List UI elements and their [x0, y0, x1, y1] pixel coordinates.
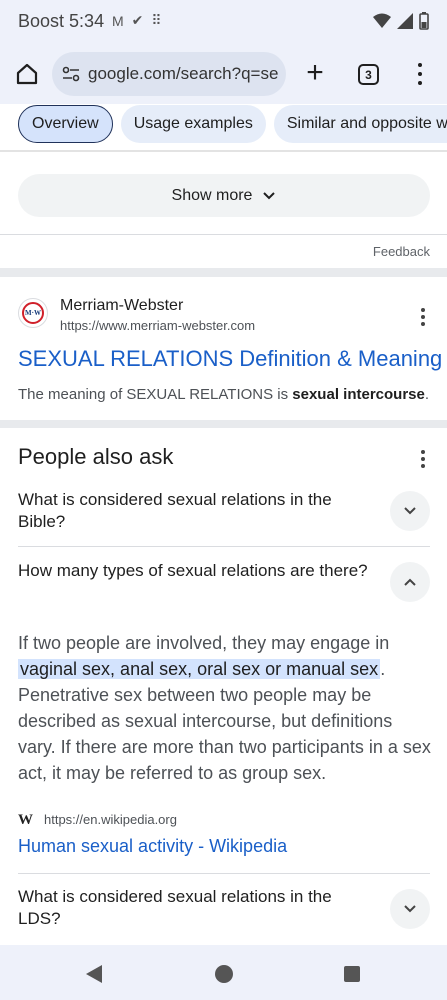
- gmail-icon: M: [112, 12, 124, 29]
- chevron-up-icon: [404, 578, 416, 586]
- tab-switcher-button[interactable]: 3: [358, 64, 379, 85]
- chevron-down-icon: [404, 507, 416, 515]
- browser-menu-button[interactable]: [408, 59, 432, 89]
- result-title-link[interactable]: SEXUAL RELATIONS Definition & Meaning: [18, 346, 442, 372]
- site-settings-icon[interactable]: [62, 65, 80, 83]
- back-icon[interactable]: [86, 965, 102, 983]
- snippet-bold: sexual intercourse: [292, 386, 425, 403]
- chip-usage-examples[interactable]: Usage examples: [120, 105, 266, 143]
- snippet-end: .: [424, 386, 430, 403]
- clock: 5:34: [69, 11, 105, 31]
- url-text: google.com/search?q=se: [88, 64, 279, 83]
- paa-answer-text: If two people are involved, they may eng…: [18, 630, 432, 786]
- show-more-button[interactable]: Show more: [18, 174, 430, 217]
- system-icons: [373, 12, 429, 30]
- result-more-options-icon[interactable]: [419, 308, 427, 326]
- battery-icon: [419, 12, 429, 30]
- new-tab-button[interactable]: +: [300, 58, 330, 89]
- snippet-text: The meaning of SEXUAL RELATIONS is: [18, 386, 293, 403]
- collapse-question-2-button[interactable]: [390, 562, 430, 602]
- divider: [18, 546, 430, 547]
- answer-highlight: vaginal sex, anal sex, oral sex or manua…: [18, 659, 381, 679]
- section-separator: [0, 268, 447, 277]
- home-nav-icon[interactable]: [215, 965, 233, 983]
- address-bar[interactable]: google.com/search?q=se: [52, 52, 286, 96]
- recent-apps-icon[interactable]: [344, 966, 360, 982]
- signal-icon: [397, 13, 413, 29]
- result-snippet: The meaning of SEXUAL RELATIONS is sexua…: [18, 386, 429, 403]
- answer-source-url[interactable]: https://en.wikipedia.org: [44, 812, 177, 827]
- status-bar: Boost 5:34 M ✔ ⠿: [0, 0, 447, 44]
- result-source-url[interactable]: https://www.merriam-webster.com: [60, 318, 255, 333]
- paa-question-1[interactable]: What is considered sexual relations in t…: [18, 489, 368, 533]
- expand-question-3-button[interactable]: [390, 889, 430, 929]
- section-separator: [0, 420, 447, 428]
- chevron-down-icon: [263, 191, 276, 199]
- result-source-name[interactable]: Merriam-Webster: [60, 297, 183, 315]
- app-grid-icon: ⠿: [151, 12, 162, 28]
- expand-question-1-button[interactable]: [390, 491, 430, 531]
- feedback-link[interactable]: Feedback: [373, 244, 430, 259]
- show-more-label: Show more: [171, 186, 253, 204]
- logo-text: M·W: [22, 302, 44, 324]
- paa-more-options-icon[interactable]: [419, 450, 427, 468]
- answer-text: If two people are involved, they may eng…: [18, 633, 390, 653]
- answer-source-link[interactable]: Human sexual activity - Wikipedia: [18, 836, 287, 857]
- home-icon: [16, 63, 38, 85]
- divider: [0, 234, 447, 235]
- carrier-name: Boost: [18, 11, 65, 31]
- people-also-ask-title: People also ask: [18, 444, 174, 469]
- notification-icons: M ✔ ⠿: [112, 12, 162, 29]
- browser-toolbar: google.com/search?q=se + 3: [0, 44, 447, 104]
- divider: [0, 150, 447, 152]
- paa-question-3[interactable]: What is considered sexual relations in t…: [18, 886, 368, 930]
- chip-similar-opposite[interactable]: Similar and opposite wo: [273, 105, 447, 143]
- home-button[interactable]: [12, 59, 42, 89]
- task-check-icon: ✔: [131, 12, 144, 28]
- wifi-icon: [373, 13, 391, 28]
- divider: [18, 873, 430, 874]
- system-navigation-bar: [0, 945, 447, 1000]
- wikipedia-icon: W: [18, 812, 33, 828]
- paa-question-2[interactable]: How many types of sexual relations are t…: [18, 560, 368, 582]
- filter-chips: Overview Usage examples Similar and oppo…: [0, 105, 447, 151]
- chevron-down-icon: [404, 905, 416, 913]
- chip-overview[interactable]: Overview: [18, 105, 113, 143]
- merriam-webster-logo[interactable]: M·W: [18, 298, 48, 328]
- status-carrier-time: Boost 5:34: [18, 11, 104, 32]
